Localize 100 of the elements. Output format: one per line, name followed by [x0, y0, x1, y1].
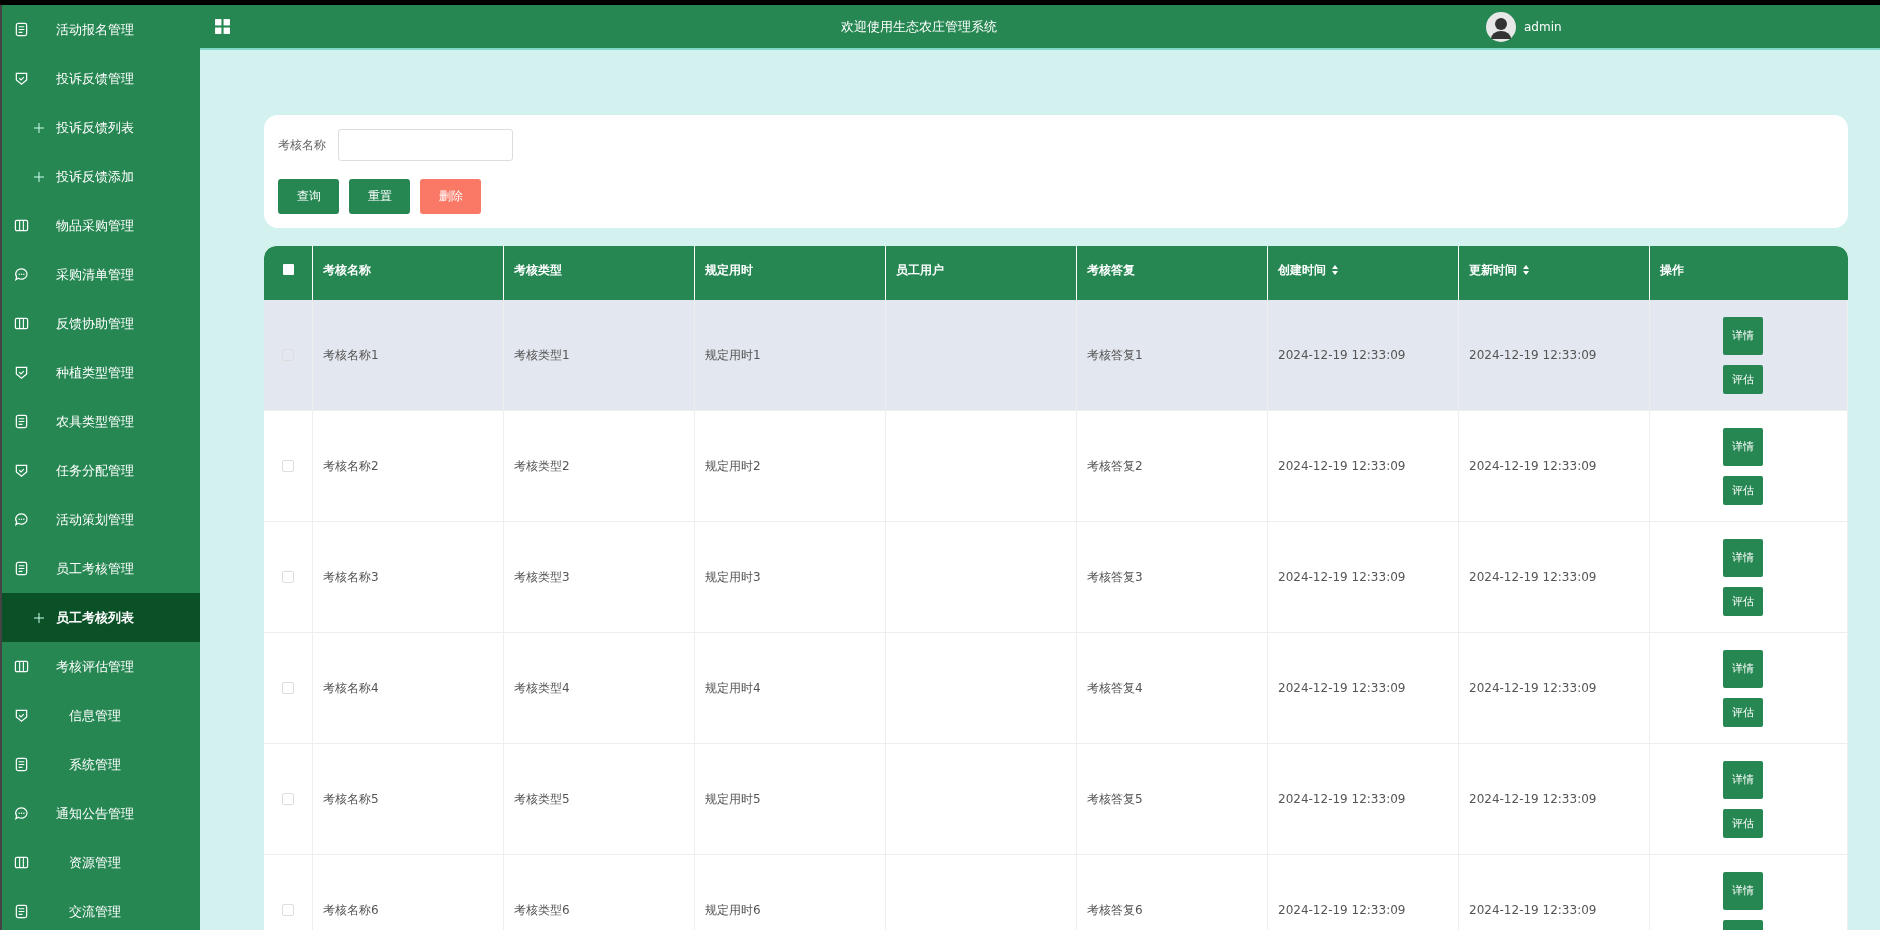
table-cell: 考核类型3 [514, 568, 570, 586]
sidebar-item[interactable]: 交流管理 [2, 887, 200, 930]
sidebar-item[interactable]: 系统管理 [2, 740, 200, 789]
table-cell: 规定用时2 [705, 457, 761, 475]
select-all-checkbox[interactable] [282, 264, 294, 275]
header-title: 欢迎使用生态农庄管理系统 [839, 17, 998, 36]
table-cell: 2024-12-19 12:33:09 [1469, 570, 1597, 584]
table-row[interactable]: 考核名称6 考核类型6 规定用时6 考核答复6 2024-12-19 12:33:09 2024-12-19 12:33:09 详情 [264, 855, 1848, 930]
sidebar-item[interactable]: 投诉反馈列表 [2, 103, 200, 152]
action-button[interactable]: 详情 [1723, 427, 1763, 466]
row-checkbox[interactable] [282, 460, 294, 472]
table-cell: 2024-12-19 12:33:09 [1278, 348, 1406, 362]
search-field[interactable] [338, 129, 513, 161]
table-cell: 2024-12-19 12:33:09 [1469, 792, 1597, 806]
columns-icon [14, 855, 29, 870]
shield-icon [14, 365, 29, 380]
table-cell: 考核名称2 [323, 457, 379, 475]
sidebar-item[interactable]: 反馈协助管理 [2, 299, 200, 348]
action-button[interactable]: 详情 [1723, 538, 1763, 577]
document-icon [14, 904, 29, 919]
sidebar-item[interactable]: 投诉反馈管理 [2, 54, 200, 103]
columns-icon [14, 316, 29, 331]
action-button[interactable]: 重置 [349, 179, 410, 214]
table-cell: 2024-12-19 12:33:09 [1278, 570, 1406, 584]
sidebar-item[interactable]: 采购清单管理 [2, 250, 200, 299]
sidebar-item[interactable]: 考核评估管理 [2, 642, 200, 691]
sidebar-item[interactable]: 员工考核管理 [2, 544, 200, 593]
document-icon [14, 757, 29, 772]
table-row[interactable]: 考核名称1 考核类型1 规定用时1 考核答复1 2024-12-19 12:33:09 2024-12-19 12:33:09 详情 评估 [264, 300, 1848, 411]
table-cell: 考核答复3 [1087, 568, 1143, 586]
sidebar-item[interactable]: 农具类型管理 [2, 397, 200, 446]
table-cell: 规定用时6 [705, 901, 761, 919]
table-row[interactable]: 考核名称2 考核类型2 规定用时2 考核答复2 2024-12-19 12:33:09 2024-12-19 12:33:09 详情 评估 [264, 411, 1848, 522]
action-button[interactable]: 评估 [1723, 364, 1763, 394]
table-row[interactable]: 考核名称3 考核类型3 规定用时3 考核答复3 2024-12-19 12:33:09 2024-12-19 12:33:09 详情 评估 [264, 522, 1848, 633]
sidebar-item[interactable]: 任务分配管理 [2, 446, 200, 495]
sort-icon[interactable] [1523, 265, 1529, 275]
sidebar-item[interactable]: 投诉反馈添加 [2, 152, 200, 201]
document-icon [14, 414, 29, 429]
sidebar-item[interactable]: 物品采购管理 [2, 201, 200, 250]
table-cell: 考核类型6 [514, 901, 570, 919]
action-button[interactable]: 评估 [1723, 475, 1763, 505]
columns-icon [14, 659, 29, 674]
sort-icon[interactable] [1332, 265, 1338, 275]
table-cell: 考核名称4 [323, 679, 379, 697]
chat-icon [14, 806, 29, 821]
delete-button[interactable]: 删除 [420, 179, 481, 214]
table-cell: 考核类型5 [514, 790, 570, 808]
table-cell: 2024-12-19 12:33:09 [1278, 903, 1406, 917]
table-cell: 考核答复1 [1087, 346, 1143, 364]
row-checkbox[interactable] [282, 571, 294, 583]
username[interactable]: admin [1524, 19, 1562, 34]
document-icon [14, 561, 29, 576]
table-cell: 2024-12-19 12:33:09 [1469, 348, 1597, 362]
sidebar-item[interactable]: 资源管理 [2, 838, 200, 887]
action-button[interactable]: 评估 [1723, 586, 1763, 616]
table-cell: 考核名称5 [323, 790, 379, 808]
table-cell: 规定用时5 [705, 790, 761, 808]
table-cell: 考核类型1 [514, 346, 570, 364]
chat-icon [14, 512, 29, 527]
table-cell: 规定用时1 [705, 346, 761, 364]
sidebar-item[interactable]: 员工考核列表 [2, 593, 200, 642]
plus-icon [34, 612, 44, 623]
sidebar-item[interactable]: 信息管理 [2, 691, 200, 740]
action-button[interactable]: 评估 [1723, 808, 1763, 838]
action-button[interactable]: 详情 [1723, 871, 1763, 910]
sidebar-item[interactable]: 种植类型管理 [2, 348, 200, 397]
table-cell: 2024-12-19 12:33:09 [1278, 459, 1406, 473]
sidebar-item[interactable]: 通知公告管理 [2, 789, 200, 838]
chat-icon [14, 267, 29, 282]
grid-menu-icon[interactable] [214, 18, 231, 35]
table-cell: 考核类型2 [514, 457, 570, 475]
field-label: 考核名称 [278, 136, 326, 154]
action-button[interactable]: 评估 [1723, 697, 1763, 727]
table-cell: 考核答复2 [1087, 457, 1143, 475]
table-cell: 考核答复6 [1087, 901, 1143, 919]
table-cell: 考核名称6 [323, 901, 379, 919]
table-row[interactable]: 考核名称5 考核类型5 规定用时5 考核答复5 2024-12-19 12:33:09 2024-12-19 12:33:09 详情 评估 [264, 744, 1848, 855]
shield-icon [14, 708, 29, 723]
table-cell: 规定用时4 [705, 679, 761, 697]
row-checkbox[interactable] [282, 904, 294, 916]
sidebar-item[interactable]: 活动策划管理 [2, 495, 200, 544]
action-button[interactable]: 详情 [1723, 649, 1763, 688]
sidebar-item[interactable]: 活动报名管理 [2, 5, 200, 54]
action-button[interactable]: 详情 [1723, 316, 1763, 355]
action-button[interactable]: 详情 [1723, 760, 1763, 799]
plus-icon [34, 122, 44, 133]
plus-icon [34, 171, 44, 182]
column-header: 操作 [1659, 262, 1685, 279]
table-cell: 2024-12-19 12:33:09 [1469, 903, 1597, 917]
action-button[interactable]: 查询 [278, 179, 339, 214]
table-cell: 考核答复4 [1087, 679, 1143, 697]
row-checkbox[interactable] [282, 793, 294, 805]
row-checkbox[interactable] [282, 682, 294, 694]
table-cell: 规定用时3 [705, 568, 761, 586]
table-row[interactable]: 考核名称4 考核类型4 规定用时4 考核答复4 2024-12-19 12:33:09 2024-12-19 12:33:09 详情 评估 [264, 633, 1848, 744]
table-cell: 考核类型4 [514, 679, 570, 697]
table-cell: 2024-12-19 12:33:09 [1278, 792, 1406, 806]
table-cell: 考核答复5 [1087, 790, 1143, 808]
avatar-icon[interactable] [1486, 11, 1516, 42]
